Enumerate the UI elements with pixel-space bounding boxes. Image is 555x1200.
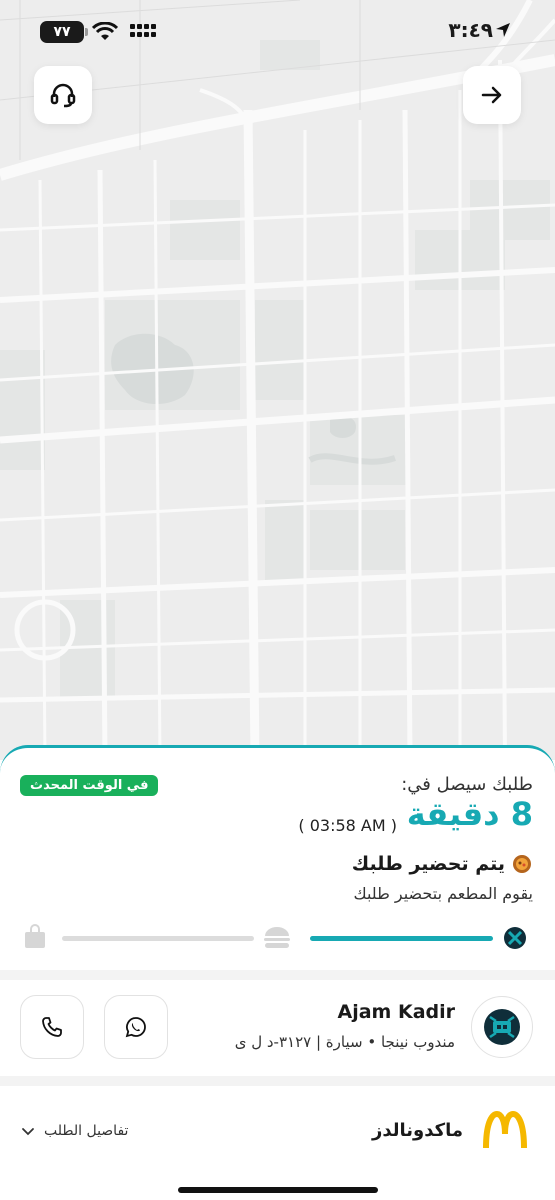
status-time: ٣:٤٩ [448,18,493,42]
order-progress [22,924,532,954]
home-indicator [178,1187,378,1193]
location-arrow-icon [496,23,510,37]
arrow-right-icon [481,86,502,104]
back-button[interactable] [463,66,521,124]
order-status-subtitle: يقوم المطعم بتحضير طلبك [353,884,533,903]
eta-value: 8 دقيقة [406,795,533,833]
whatsapp-button[interactable] [104,995,168,1059]
restaurant-status-icon [504,927,526,949]
eta-time: ( 03:58 AM ) [298,816,397,835]
driver-avatar [471,996,533,1058]
order-status-title: يتم تحضير طلبك [351,853,505,875]
wifi-icon [92,22,118,40]
bag-icon [25,924,45,948]
progress-segment-delivery [62,936,254,941]
burger-icon [264,927,290,948]
mcdonalds-logo-icon [483,1110,527,1149]
arrival-label: طلبك سيصل في: [401,774,533,795]
chevron-down-icon [22,1128,34,1136]
driver-info: مندوب نينجا • سيارة | ٣١٢٧-د ل ى [234,1033,455,1051]
progress-segment-preparing [310,936,493,941]
phone-icon [42,1017,62,1037]
section-divider [0,970,555,980]
signal-icon [130,24,156,37]
order-tracking-sheet: طلبك سيصل في: 8 دقيقة ( 03:58 AM ) في ال… [0,745,555,1200]
order-details-label: تفاصيل الطلب [44,1123,129,1139]
cooking-pan-icon [513,855,531,873]
section-divider [0,1076,555,1086]
support-button[interactable] [34,66,92,124]
call-button[interactable] [20,995,84,1059]
status-bar: ٣:٤٩ ٧٧ [0,0,555,62]
headset-icon [50,83,76,108]
live-status-badge: في الوقت المحدث [20,775,159,796]
order-details-toggle[interactable]: تفاصيل الطلب [20,1123,128,1139]
whatsapp-icon [125,1017,146,1038]
driver-name: Ajam Kadir [337,1001,455,1023]
battery-indicator: ٧٧ [40,21,88,43]
restaurant-name: ماكدونالدز [372,1120,463,1141]
order-status-row: يتم تحضير طلبك [352,853,533,875]
ninja-logo-icon [484,1009,520,1045]
